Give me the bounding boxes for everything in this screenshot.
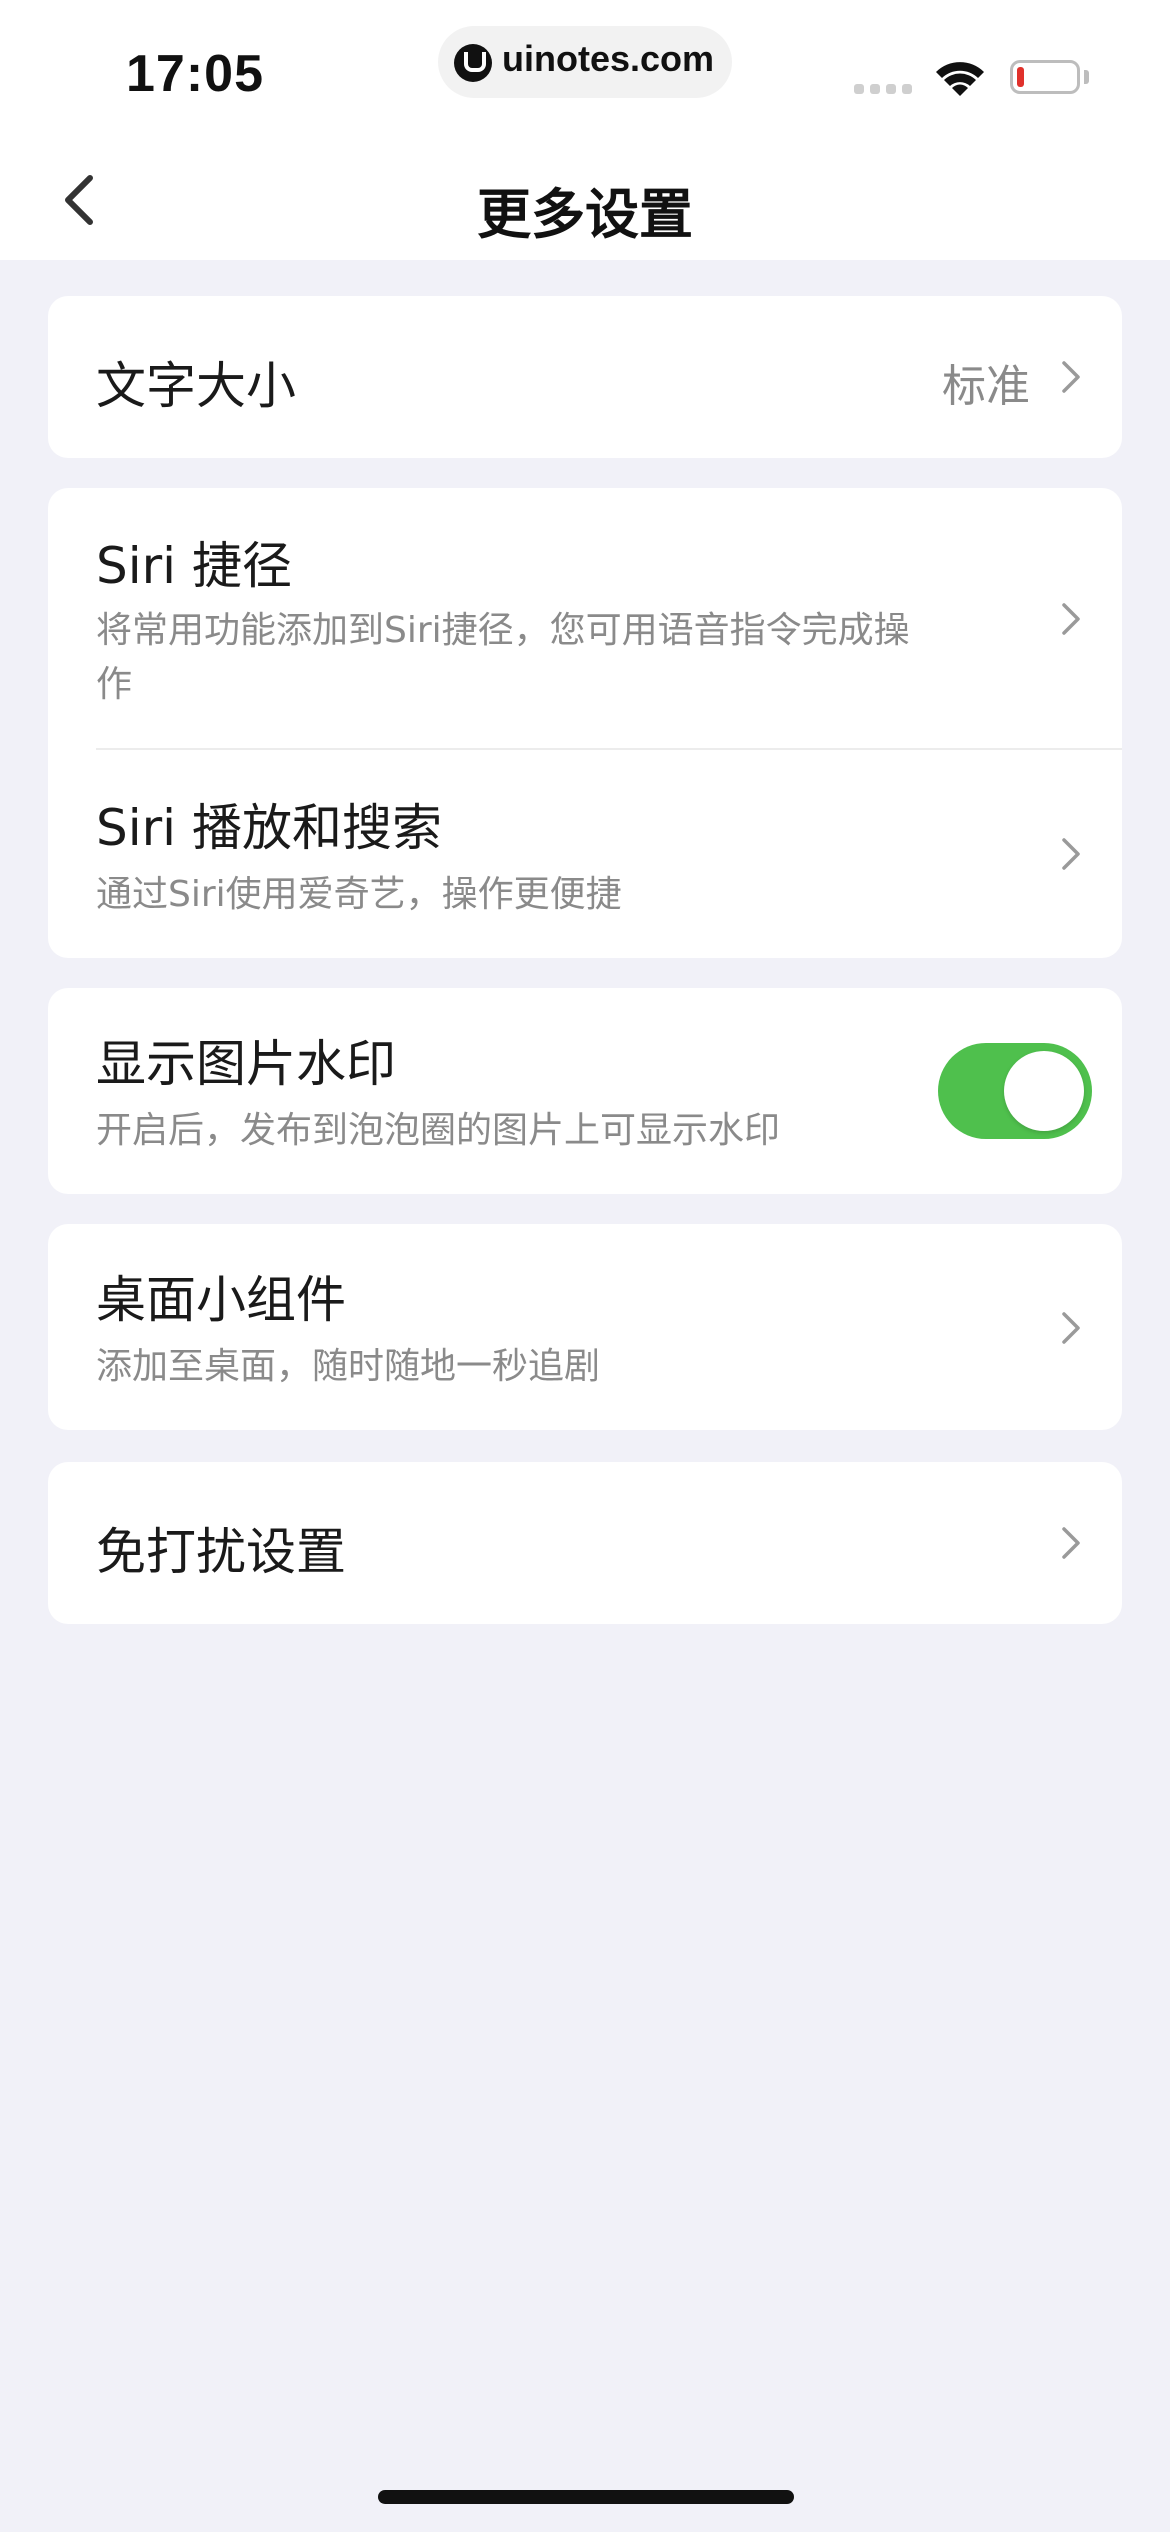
widget-card: 桌面小组件 添加至桌面，随时随地一秒追剧 xyxy=(48,1224,1122,1430)
wifi-icon xyxy=(936,62,984,96)
status-time: 17:05 xyxy=(126,45,264,103)
siri-shortcut-row[interactable]: Siri 捷径 将常用功能添加到Siri捷径，您可用语音指令完成操 作 xyxy=(48,488,1122,750)
battery-icon xyxy=(1010,60,1080,94)
dnd-title: 免打扰设置 xyxy=(96,1523,346,1581)
watermark-toggle[interactable] xyxy=(938,1043,1092,1139)
widget-desc: 添加至桌面，随时随地一秒追剧 xyxy=(96,1346,601,1387)
siri-shortcut-title: Siri 捷径 xyxy=(96,537,292,595)
status-bar: 17:05 uinotes.com xyxy=(0,0,1170,130)
watermark-card: 显示图片水印 开启后，发布到泡泡圈的图片上可显示水印 xyxy=(48,988,1122,1194)
url-pill[interactable]: uinotes.com xyxy=(438,26,732,98)
siri-search-title: Siri 播放和搜索 xyxy=(96,799,442,857)
battery-tip xyxy=(1084,70,1089,84)
font-size-value: 标准 xyxy=(942,361,1030,412)
siri-card: Siri 捷径 将常用功能添加到Siri捷径，您可用语音指令完成操 作 Siri… xyxy=(48,488,1122,958)
toggle-knob xyxy=(1004,1051,1084,1131)
nav-bar: 更多设置 xyxy=(0,130,1170,260)
siri-shortcut-desc-line1: 将常用功能添加到Siri捷径，您可用语音指令完成操 xyxy=(96,610,910,651)
page-title: 更多设置 xyxy=(477,183,693,246)
font-size-title: 文字大小 xyxy=(96,357,296,415)
chevron-right-icon xyxy=(1062,603,1080,635)
signal-icon xyxy=(854,84,914,96)
siri-shortcut-desc: 将常用功能添加到Siri捷径，您可用语音指令完成操 作 xyxy=(96,604,1016,712)
dnd-row[interactable]: 免打扰设置 xyxy=(48,1462,1122,1624)
home-indicator xyxy=(378,2490,794,2504)
font-size-card: 文字大小 标准 xyxy=(48,296,1122,458)
watermark-row: 显示图片水印 开启后，发布到泡泡圈的图片上可显示水印 xyxy=(48,988,1122,1194)
widget-row[interactable]: 桌面小组件 添加至桌面，随时随地一秒追剧 xyxy=(48,1224,1122,1430)
dnd-card: 免打扰设置 xyxy=(48,1462,1122,1624)
chevron-right-icon xyxy=(1062,1527,1080,1559)
watermark-title: 显示图片水印 xyxy=(96,1035,396,1093)
battery-level xyxy=(1017,67,1024,87)
font-size-row[interactable]: 文字大小 标准 xyxy=(48,296,1122,458)
url-text: uinotes.com xyxy=(502,38,715,79)
siri-shortcut-desc-line2: 作 xyxy=(96,664,133,705)
chevron-right-icon xyxy=(1062,1312,1080,1344)
watermark-desc: 开启后，发布到泡泡圈的图片上可显示水印 xyxy=(96,1110,781,1151)
site-logo-icon xyxy=(454,44,492,82)
siri-search-desc: 通过Siri使用爱奇艺，操作更便捷 xyxy=(96,874,622,915)
chevron-right-icon xyxy=(1062,361,1080,393)
widget-title: 桌面小组件 xyxy=(96,1271,346,1329)
chevron-right-icon xyxy=(1062,838,1080,870)
siri-search-row[interactable]: Siri 播放和搜索 通过Siri使用爱奇艺，操作更便捷 xyxy=(48,750,1122,958)
